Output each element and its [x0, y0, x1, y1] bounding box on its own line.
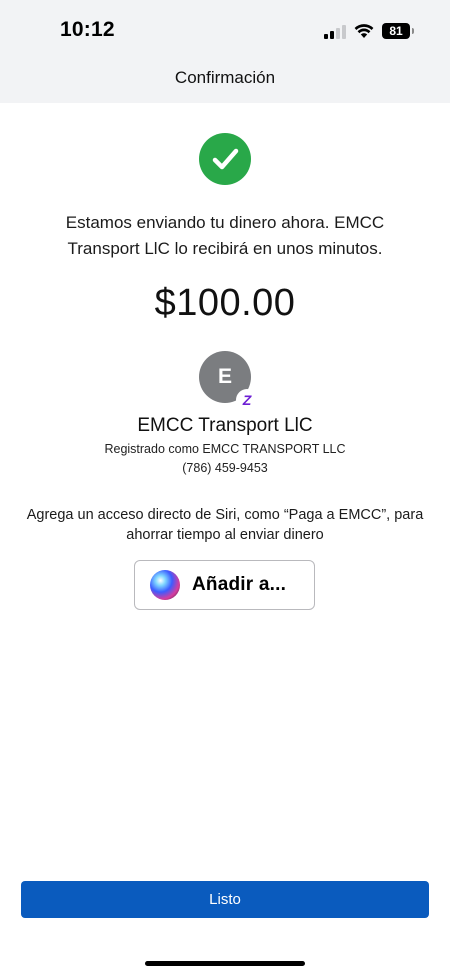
recipient-name: EMCC Transport LlC [137, 415, 313, 436]
battery-level: 81 [389, 24, 403, 38]
cellular-signal-icon [324, 23, 346, 39]
siri-icon [150, 570, 180, 600]
registered-name: Registrado como EMCC TRANSPORT LLC [104, 442, 346, 456]
siri-shortcut-prompt: Agrega un acceso directo de Siri, como “… [26, 507, 424, 543]
battery-icon: 81 [382, 23, 414, 39]
home-indicator[interactable] [145, 961, 305, 966]
wifi-icon [354, 24, 374, 38]
avatar-initial: E [217, 365, 232, 388]
confirmation-message: Estamos enviando tu dinero ahora. EMCC T… [65, 213, 385, 258]
add-to-siri-label: Añadir a... [192, 574, 287, 595]
check-circle-icon [199, 133, 251, 185]
zelle-icon: Z [236, 389, 258, 411]
status-icons: 81 [324, 20, 414, 42]
amount-sent: $100.00 [154, 282, 296, 324]
page-title: Confirmación [174, 68, 276, 87]
add-to-siri-button[interactable]: Añadir a... [134, 560, 315, 610]
recipient-phone: (786) 459-9453 [182, 461, 268, 475]
done-button[interactable]: Listo [21, 881, 429, 918]
checkmark-icon [212, 148, 239, 170]
top-bar: 10:12 81 Confirmación [0, 0, 450, 103]
status-time: 10:12 [60, 18, 115, 41]
zelle-glyph: Z [242, 392, 252, 408]
